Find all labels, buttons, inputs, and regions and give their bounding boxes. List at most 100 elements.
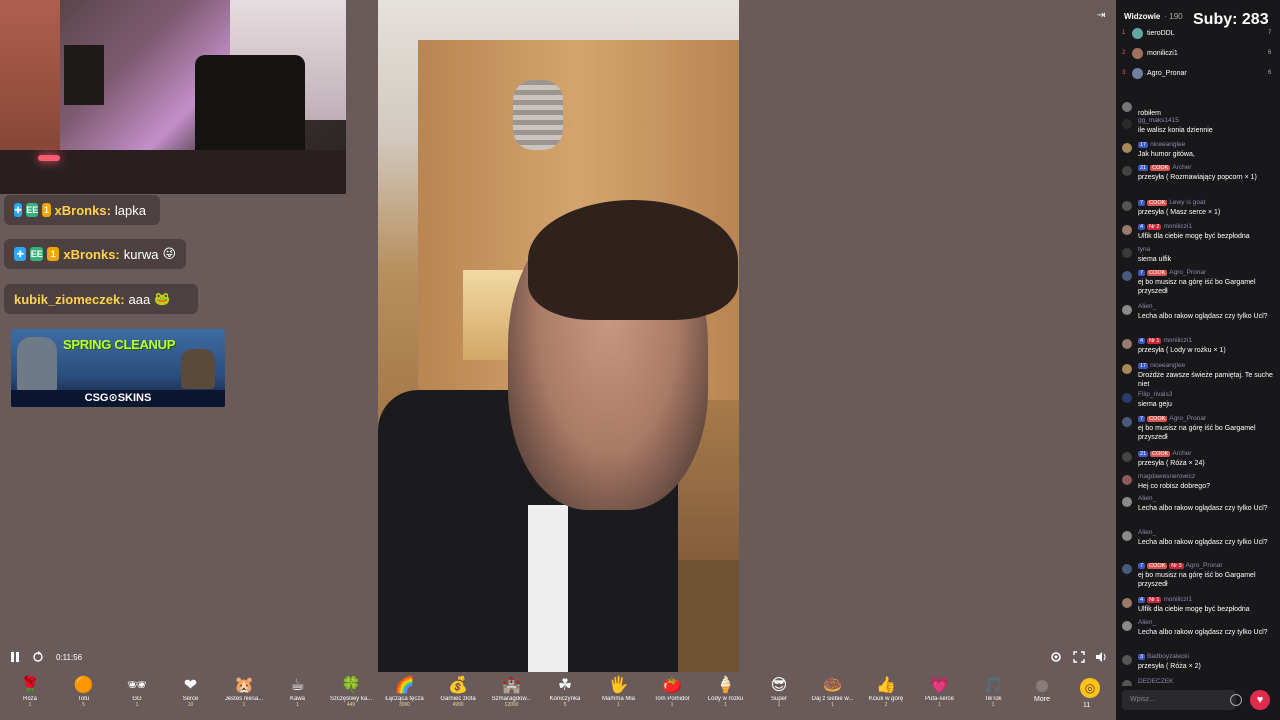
avatar[interactable] [1122,393,1132,403]
expand-icon[interactable]: ⇥ [1097,10,1105,21]
webcam-overlay [0,0,346,194]
chat-username[interactable]: 7 COOK Lewy is goat [1138,199,1205,206]
gift-item[interactable]: ☕ Kawa 1 [273,676,323,708]
avatar[interactable] [1122,621,1132,631]
gift-item[interactable]: 🖐 Mamma Mia 1 [594,676,644,708]
avatar[interactable] [1122,452,1132,462]
avatar[interactable] [1122,364,1132,374]
chat-username[interactable]: Alien_ [1138,529,1156,536]
chat-username[interactable]: 4 Nr 1 moniliczi1 [1138,337,1192,344]
gift-item[interactable]: 🍦 Lody w rożku 1 [701,676,751,708]
viewer-rank: 2 [1122,50,1126,56]
user-badge: ✚ [14,203,23,217]
gift-item[interactable]: 😎 Super 1 [754,676,804,708]
gift-item[interactable]: 🎵 TikTok 1 [968,676,1018,708]
gift-icon: 🍩 [822,677,843,694]
replay-icon[interactable] [32,651,44,666]
gift-item[interactable]: ❤ Serce 10 [166,676,216,708]
chat-badge: 3 [1138,654,1146,660]
chat-text: przesyła ( Masz serce × 1) [1138,209,1221,216]
gift-item[interactable]: 👍 Kciuk w górę 2 [861,676,911,708]
avatar[interactable] [1122,497,1132,507]
viewer-name: tieroDDL [1147,29,1175,37]
chat-username[interactable]: tyna [1138,246,1150,253]
chat-username[interactable]: 21 COOK Archer [1138,164,1191,171]
gift-item[interactable]: 🍀 Szczęśliwy ka... 449 [326,676,376,708]
chat-text: Drożdże zawsze świeże pamiętaj. Te suche… [1138,372,1273,388]
viewer-name: moniliczi1 [1147,49,1178,57]
fullscreen-icon[interactable] [1073,651,1085,666]
chat-username[interactable]: Alien_ [1138,619,1156,626]
avatar[interactable] [1122,271,1132,281]
chat-text: ej bo musisz na górę iść bo Gargamel prz… [1138,279,1256,295]
chat-username[interactable]: 7 COOK Nr 3 Agro_Pronar [1138,562,1223,569]
gift-icon: 💗 [929,677,950,694]
chat-username[interactable]: 17 niceeanglee [1138,362,1185,369]
avatar[interactable] [1122,143,1132,153]
avatar[interactable] [1122,564,1132,574]
gear-icon[interactable] [1050,651,1062,666]
gift-item[interactable]: 🏰 Szmaragdow... 12000 [487,676,537,708]
gift-item[interactable]: 🟠 Tofu 5 [59,676,109,708]
gift-icon: 🖐 [608,677,629,694]
more-gifts-button[interactable]: More [1028,680,1056,703]
gift-item[interactable]: 🌈 Łącząca tęcza 3000 [380,676,430,708]
gift-item[interactable]: 🌹 Róża 1 [5,676,55,708]
volume-icon[interactable] [1095,651,1107,666]
gift-item[interactable]: 🍅 Tom Pomidor 1 [647,676,697,708]
avatar[interactable] [1122,166,1132,176]
avatar[interactable] [1122,531,1132,541]
gift-item[interactable]: 💗 Pufa-serce 1 [915,676,965,708]
gift-item[interactable]: 🐹 Jesteś niesa... 1 [219,676,269,708]
avatar[interactable] [1122,248,1132,258]
top-viewer-row[interactable]: 1 tieroDDL 7 [1122,26,1271,40]
chat-username[interactable]: Alien_ [1138,303,1156,310]
avatar[interactable] [1122,680,1132,686]
avatar[interactable] [1122,102,1132,112]
gift-item[interactable]: 🕶 GG 1 [112,676,162,708]
avatar[interactable] [1122,417,1132,427]
chat-username[interactable]: 21 COOK Archer [1138,450,1191,457]
gift-item[interactable]: ☘ Koniczynka 5 [540,676,590,708]
avatar[interactable] [1122,225,1132,235]
heart-icon[interactable]: ♥ [1250,690,1270,710]
promo-banner[interactable]: SPRING CLEANUP CSG⊙SKINS [11,329,225,407]
chat-list[interactable]: robiłem gg_maks1415 ile walisz konia dzien… [1116,96,1280,686]
chat-username[interactable]: 7 COOK Agro_Pronar [1138,269,1206,276]
pause-icon[interactable] [10,651,22,665]
chat-username[interactable]: gg_maks1415 [1138,117,1179,124]
chat-username[interactable]: Filip_rivals3 [1138,391,1172,398]
gift-price: 1 [938,702,941,708]
avatar[interactable] [1122,339,1132,349]
avatar[interactable] [1122,119,1132,129]
avatar[interactable] [1122,655,1132,665]
top-viewer-row[interactable]: 2 moniliczi1 6 [1122,46,1271,60]
chat-username[interactable]: Alien_ [1138,495,1156,502]
avatar[interactable] [1122,598,1132,608]
gift-price: 449 [346,702,356,708]
chat-username[interactable]: 17 niceeanglee [1138,141,1185,148]
promo-title: SPRING CLEANUP [63,337,176,352]
chat-text: przesyła ( Lody w rożku × 1) [1138,347,1226,354]
avatar[interactable] [1122,201,1132,211]
chat-username[interactable]: 7 COOK Agro_Pronar [1138,415,1206,422]
chat-input[interactable]: Wpisz... [1122,690,1236,710]
gift-icon: 😎 [770,677,788,694]
chat-username[interactable]: 4 Nr 1 moniliczi1 [1138,596,1192,603]
avatar[interactable] [1122,305,1132,315]
chat-username[interactable]: magdawesnerowicz [1138,473,1195,480]
coin-icon[interactable]: ◎ [1080,678,1100,698]
viewers-header[interactable]: Widzowie · 190 [1124,12,1183,21]
emoji-icon[interactable] [1230,694,1242,706]
gift-price: 1 [831,702,834,708]
gift-item[interactable]: 🍩 Daj z siebie w... 1 [808,676,858,708]
chat-username[interactable]: 3 Badboyzalecki [1138,653,1189,660]
stream-video[interactable] [378,0,739,672]
chat-badge: COOK [1147,563,1168,569]
chat-badge: Nr 3 [1169,563,1184,569]
top-viewer-row[interactable]: 3 Agro_Pronar 6 [1122,66,1271,80]
chat-username[interactable]: 4 Nr 2 moniliczi1 [1138,223,1192,230]
chat-username[interactable]: DEDECZEK [1138,678,1173,685]
avatar[interactable] [1122,475,1132,485]
gift-item[interactable]: 💰 Garniec złota 4999 [433,676,483,708]
